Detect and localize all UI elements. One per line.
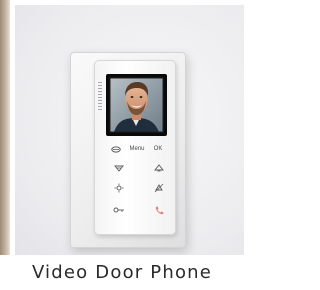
wifi-icon <box>114 165 124 172</box>
visitor-portrait <box>109 77 164 133</box>
mute-button[interactable] <box>151 182 167 194</box>
unlock-button[interactable] <box>111 204 127 216</box>
product-image: Menu OK Video Door Phone <box>0 0 244 290</box>
talk-icon <box>111 145 121 153</box>
talk-button[interactable] <box>108 143 124 155</box>
button-row-3 <box>108 182 168 194</box>
speaker-grille <box>98 82 102 112</box>
key-icon <box>113 207 124 213</box>
bell-icon <box>154 164 164 172</box>
button-row-4 <box>108 204 168 216</box>
video-screen <box>106 74 167 136</box>
bell-button[interactable] <box>151 162 167 174</box>
light-icon <box>114 183 124 193</box>
handset-button[interactable] <box>151 204 167 216</box>
light-button[interactable] <box>111 182 127 194</box>
menu-button[interactable]: Menu <box>129 143 145 155</box>
button-row-1: Menu OK <box>108 143 168 155</box>
wifi-button[interactable] <box>111 162 127 174</box>
ok-button[interactable]: OK <box>150 143 166 155</box>
mute-icon <box>154 183 164 193</box>
button-row-2 <box>108 162 168 174</box>
adjacent-photo-edge <box>0 0 10 265</box>
handset-icon <box>155 206 163 214</box>
product-caption: Video Door Phone <box>0 255 244 290</box>
